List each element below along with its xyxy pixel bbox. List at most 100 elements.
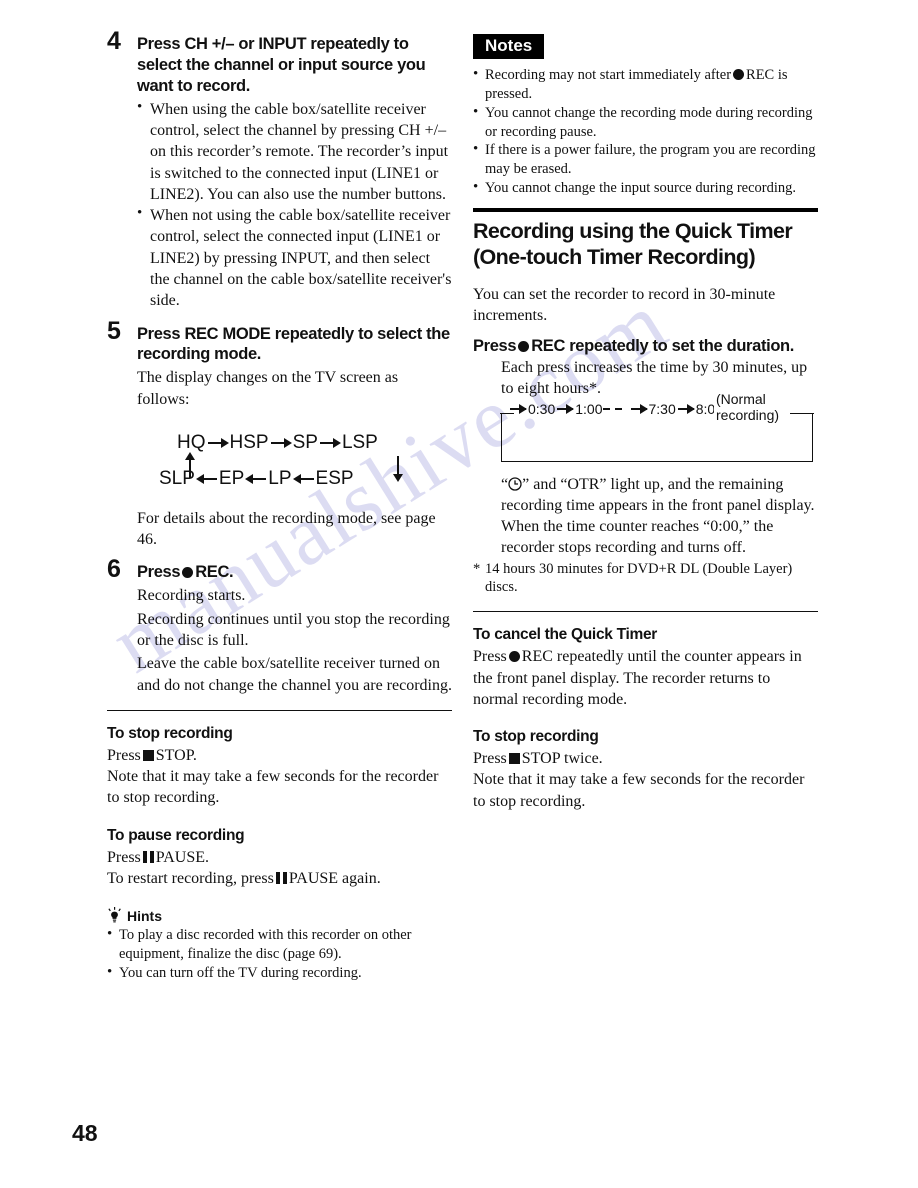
recmode-hsp: HSP xyxy=(229,431,269,453)
press-label: Press xyxy=(107,746,141,764)
timer-value-2: 7:30 xyxy=(648,400,676,417)
stop-recording-press: Press STOP twice. xyxy=(473,748,818,769)
step-5-text: The display changes on the TV screen as … xyxy=(137,369,399,408)
stop-recording-block: To stop recording Press STOP. Note that i… xyxy=(107,725,452,809)
stop-button-label: STOP. xyxy=(155,746,197,764)
arrow-left-icon xyxy=(195,473,219,484)
notes-block: Notes Recording may not start immediatel… xyxy=(473,34,818,198)
cancel-timer-suffix: REC repeatedly until the counter appears… xyxy=(473,648,802,708)
arrow-right-icon xyxy=(555,403,575,414)
manual-page: 4 Press CH +/– or INPUT repeatedly to se… xyxy=(0,0,918,1188)
list-item: Recording may not start immediately afte… xyxy=(473,65,818,104)
pause-recording-restart: To restart recording, press PAUSE again. xyxy=(107,868,452,889)
page-title: Recording using the Quick Timer (One-tou… xyxy=(473,218,793,269)
recording-mode-cycle-diagram: HQ HSP SP LSP SLP EP LP ESP xyxy=(137,432,452,494)
timer-value-0: 0:30 xyxy=(528,400,556,417)
stop-square-icon xyxy=(508,753,520,765)
arrow-down-icon xyxy=(392,452,404,482)
pause-recording-heading: To pause recording xyxy=(107,826,245,844)
stop-square-icon xyxy=(142,749,154,761)
step-6-heading-prefix: Press xyxy=(137,563,181,582)
hints-label: Hints xyxy=(127,907,162,924)
cancel-timer-text: Press REC repeatedly until the counter ap… xyxy=(473,646,818,710)
lightbulb-icon xyxy=(107,907,122,924)
footnote: * 14 hours 30 minutes for DVD+R DL (Doub… xyxy=(473,560,818,598)
ellipsis-dashes-icon xyxy=(602,404,629,414)
step-4-bullets: When using the cable box/satellite recei… xyxy=(137,98,452,312)
notes-tag: Notes xyxy=(473,34,545,59)
timer-box-top-right-edge xyxy=(789,412,814,415)
recmode-lsp: LSP xyxy=(341,431,378,453)
step-5-number: 5 xyxy=(107,316,121,345)
stop-recording-press: Press STOP. xyxy=(107,745,452,766)
recmode-esp: ESP xyxy=(315,467,354,489)
cancel-timer-block: To cancel the Quick Timer Press REC repea… xyxy=(473,626,818,710)
list-item: If there is a power failure, the program… xyxy=(473,140,818,179)
restart-suffix-label: PAUSE again. xyxy=(288,869,381,887)
timer-normal-recording-label: (Normal recording) xyxy=(714,390,782,425)
arrow-left-icon xyxy=(244,473,268,484)
stop-recording-note: Note that it may take a few seconds for … xyxy=(107,768,439,807)
timer-indicator-text: “” and “OTR” light up, and the remaining… xyxy=(501,474,818,517)
arrow-right-icon xyxy=(269,437,293,448)
step-5-after-text: For details about the recording mode, se… xyxy=(137,509,436,549)
quote-open: “ xyxy=(501,475,509,493)
timer-values-row: 0:30 1:00 7:30 8:00 xyxy=(508,401,743,417)
timer-normal-line-1: (Normal xyxy=(716,390,766,407)
press-label: Press xyxy=(107,848,141,866)
clock-icon xyxy=(508,476,522,491)
cancel-timer-heading: To cancel the Quick Timer xyxy=(473,626,658,644)
arrow-right-icon xyxy=(206,437,230,448)
arrow-right-icon xyxy=(508,403,528,414)
notes-list: Recording may not start immediately afte… xyxy=(473,65,818,198)
section-divider xyxy=(107,709,452,711)
step-4-heading: Press CH +/– or INPUT repeatedly to sele… xyxy=(137,35,426,95)
list-item: When using the cable box/satellite recei… xyxy=(137,98,452,205)
arrow-right-icon xyxy=(676,403,696,414)
list-item: You cannot change the recording mode dur… xyxy=(473,103,818,142)
list-item: To play a disc recorded with this record… xyxy=(107,925,452,964)
stop-recording-heading: To stop recording xyxy=(107,724,233,742)
list-item: You cannot change the input source durin… xyxy=(473,178,818,198)
press-rec-suffix: REC repeatedly to set the duration. xyxy=(531,337,795,356)
press-label: Press xyxy=(473,648,507,666)
stop-recording-block-right: To stop recording Press STOP twice. Note … xyxy=(473,728,818,812)
recmode-lp: LP xyxy=(268,467,292,489)
list-item: You can turn off the TV during recording… xyxy=(107,963,452,983)
section-divider xyxy=(473,611,818,613)
recmode-slp: SLP xyxy=(159,467,195,489)
step-6-line-2: Recording continues until you stop the r… xyxy=(137,610,450,649)
pause-button-label: PAUSE. xyxy=(155,848,209,866)
hints-heading: Hints xyxy=(107,907,452,924)
section-top-rule xyxy=(473,207,818,212)
timer-indicator-suffix: ” and “OTR” light up, and the remaining … xyxy=(501,475,815,514)
rec-circle-icon xyxy=(733,69,745,80)
rec-circle-icon xyxy=(508,651,520,663)
arrow-left-icon xyxy=(292,473,316,484)
step-6-heading-suffix: REC. xyxy=(195,563,234,582)
stop-recording-heading: To stop recording xyxy=(473,728,599,746)
timer-value-1: 1:00 xyxy=(575,400,603,417)
right-column: Notes Recording may not start immediatel… xyxy=(473,34,818,812)
pause-bars-icon xyxy=(275,871,287,884)
step-6-line-1: Recording starts. xyxy=(137,587,246,605)
press-rec-heading: Press REC repeatedly to set the duration. xyxy=(473,336,818,357)
stop-recording-note: Note that it may take a few seconds for … xyxy=(473,771,805,810)
timer-normal-line-2: recording) xyxy=(716,407,780,424)
footnote-text: 14 hours 30 minutes for DVD+R DL (Double… xyxy=(485,560,793,596)
press-label: Press xyxy=(473,750,507,768)
step-6-line-3: Leave the cable box/satellite receiver t… xyxy=(137,655,452,694)
section-intro: You can set the recorder to record in 30… xyxy=(473,285,776,324)
note-text-before: Recording may not start immediately afte… xyxy=(485,67,732,83)
rec-circle-icon xyxy=(182,567,194,579)
arrow-right-icon xyxy=(318,437,342,448)
recmode-sp: SP xyxy=(292,431,318,453)
step-6-heading: Press REC. xyxy=(137,562,452,583)
quick-timer-cycle-diagram: 0:30 1:00 7:30 8:00 (Normal recording) xyxy=(500,390,814,462)
press-label: Press xyxy=(473,337,517,356)
step-6: 6 Press REC. Recording starts. Recording … xyxy=(107,557,452,695)
recmode-ep: EP xyxy=(218,467,245,489)
rec-circle-icon xyxy=(518,341,530,353)
timer-counter-text: When the time counter reaches “0:00,” th… xyxy=(501,518,774,557)
page-number: 48 xyxy=(72,1120,98,1146)
